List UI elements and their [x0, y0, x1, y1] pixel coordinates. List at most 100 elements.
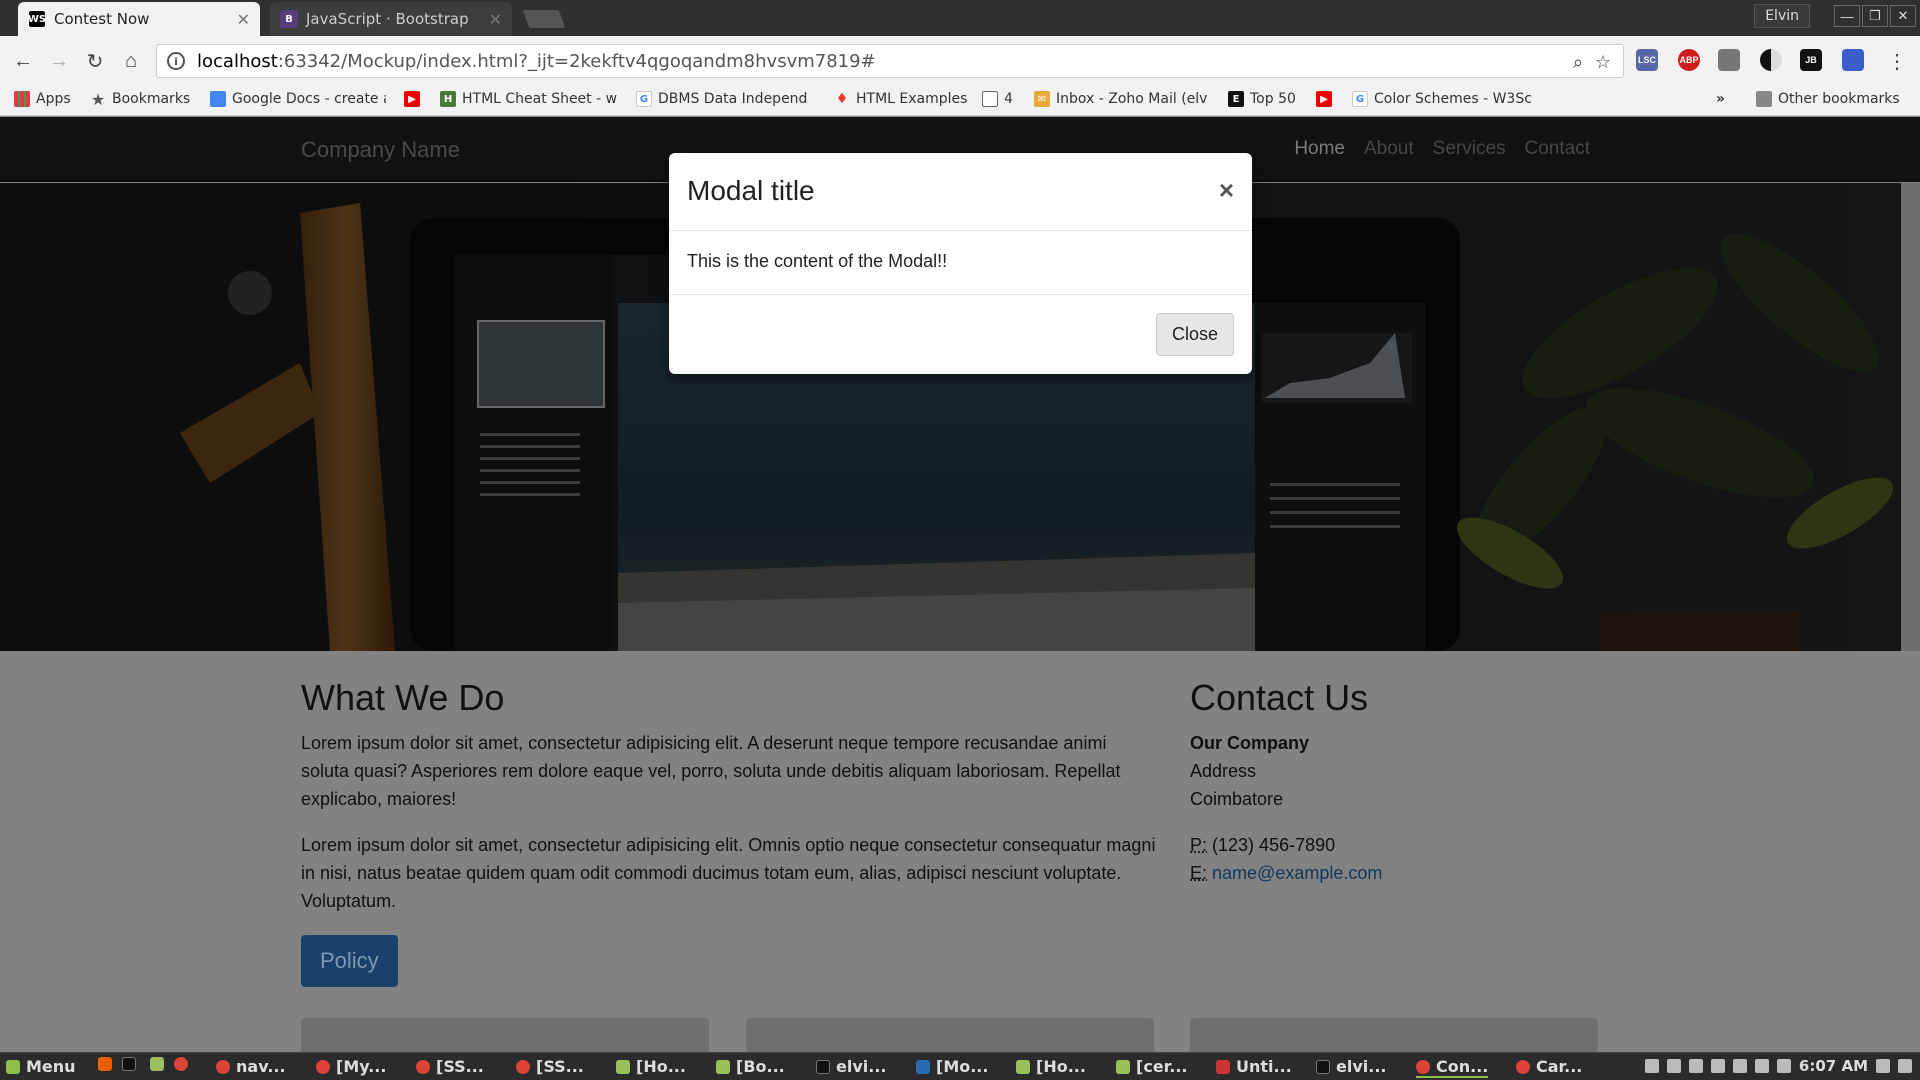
home-icon[interactable]: ⌂ [118, 48, 144, 74]
modal-close-button[interactable]: Close [1155, 313, 1234, 356]
mail-icon: ✉ [1034, 91, 1050, 107]
jetbrains-extension-icon[interactable]: JB [1800, 49, 1822, 71]
bookmark-html-examples[interactable]: ♦ HTML Examples [834, 91, 968, 107]
taskbar-item-11[interactable]: Unti... [1216, 1057, 1292, 1076]
contact-column: Contact Us Our Company Address Coimbator… [1190, 651, 1610, 887]
taskbar-item-2[interactable]: [My... [316, 1057, 386, 1076]
update-icon[interactable] [1666, 1059, 1681, 1073]
battery-icon[interactable] [1732, 1059, 1747, 1073]
bookmark-star-icon[interactable]: ☆ [1595, 52, 1611, 73]
taskbar-item-6[interactable]: [Bo... [716, 1057, 785, 1076]
bookmark-bookmarks[interactable]: ★ Bookmarks [90, 91, 190, 107]
taskbar-item-7[interactable]: elvi... [816, 1057, 886, 1076]
bookmark-html-cheat-sheet[interactable]: H HTML Cheat Sheet - w [440, 91, 618, 107]
start-menu-button[interactable]: Menu [6, 1057, 76, 1076]
volume-icon[interactable] [1710, 1059, 1725, 1073]
info-icon[interactable]: i [167, 52, 185, 70]
clock[interactable]: 6:07 AM [1799, 1057, 1868, 1075]
display-icon[interactable] [1876, 1059, 1890, 1073]
forward-icon[interactable]: → [46, 48, 72, 74]
folder-icon [616, 1059, 630, 1074]
google-icon: G [636, 91, 652, 107]
nav-link-home[interactable]: Home [1294, 138, 1345, 160]
taskbar-item-3[interactable]: [SS... [416, 1057, 484, 1076]
youtube-icon: ▶ [404, 91, 420, 107]
nav-link-services[interactable]: Services [1433, 138, 1506, 160]
taskbar-item-1[interactable]: nav... [216, 1057, 286, 1076]
menu-kebab-icon[interactable]: ⋮ [1884, 48, 1910, 74]
profile-button[interactable]: Elvin [1754, 4, 1810, 28]
email-link[interactable]: name@example.com [1212, 863, 1382, 883]
bookmark-zoho-inbox[interactable]: ✉ Inbox - Zoho Mail (elv [1034, 91, 1212, 107]
what-we-do-paragraph-1: Lorem ipsum dolor sit amet, consectetur … [301, 733, 1121, 809]
bookmark-google-docs[interactable]: Google Docs - create a [210, 91, 386, 107]
close-icon[interactable]: ✕ [489, 10, 502, 29]
translate-extension-icon[interactable] [1842, 49, 1864, 71]
close-window-button[interactable]: ✕ [1890, 5, 1916, 27]
bookmarks-bar: Apps ★ Bookmarks Google Docs - create a ▶… [0, 86, 1920, 116]
shield-icon[interactable] [1754, 1059, 1769, 1073]
bookmark-youtube-2[interactable]: ▶ [1316, 91, 1338, 107]
launcher-firefox[interactable] [98, 1057, 118, 1071]
nav-link-about[interactable]: About [1364, 138, 1414, 160]
modal-header: Modal title × [669, 153, 1252, 231]
zoom-icon[interactable]: ⌕ [1573, 52, 1583, 73]
brand-link[interactable]: Company Name [301, 137, 460, 163]
bookmark-top-50[interactable]: E Top 50 [1228, 91, 1296, 107]
what-we-do-column: What We Do Lorem ipsum dolor sit amet, c… [301, 651, 1156, 987]
page-scrollbar[interactable] [1901, 183, 1920, 651]
webstorm-icon: WS [28, 10, 46, 28]
chrome-icon [416, 1059, 430, 1074]
address-bar[interactable]: i localhost:63342/Mockup/index.html?_ijt… [156, 44, 1624, 78]
fire-icon: ♦ [835, 91, 849, 107]
nav-link-contact[interactable]: Contact [1525, 138, 1590, 160]
extension-icon[interactable] [1718, 49, 1740, 71]
minimize-button[interactable]: — [1834, 5, 1860, 27]
nav-links: Home About Services Contact [1294, 138, 1590, 160]
apps-grid-icon [14, 91, 30, 107]
email-label: E: [1190, 863, 1208, 883]
bookmark-4[interactable]: 4 [982, 91, 1013, 107]
back-icon[interactable]: ← [10, 48, 36, 74]
taskbar-item-13[interactable]: Con... [1416, 1057, 1489, 1078]
taskbar-item-14[interactable]: Car... [1516, 1057, 1582, 1076]
launcher-terminal[interactable] [122, 1057, 142, 1071]
close-icon[interactable]: × [1219, 177, 1234, 203]
wifi-icon[interactable] [1688, 1059, 1703, 1073]
close-icon[interactable]: ✕ [237, 10, 250, 29]
bookmarks-overflow-button[interactable]: » [1716, 91, 1725, 107]
bookmark-youtube-1[interactable]: ▶ [404, 91, 426, 107]
user-icon[interactable] [1644, 1059, 1659, 1073]
contact-address: Our Company Address Coimbatore P: (123) … [1190, 729, 1610, 887]
modal-body: This is the content of the Modal!! [669, 231, 1252, 295]
adblock-extension-icon[interactable]: ABP [1678, 49, 1700, 71]
taskbar-item-9[interactable]: [Ho... [1016, 1057, 1086, 1076]
card-1 [301, 1018, 709, 1052]
taskbar-item-12[interactable]: elvi... [1316, 1057, 1386, 1076]
policy-button[interactable]: Policy [301, 935, 398, 987]
tab-javascript-bootstrap[interactable]: B JavaScript · Bootstrap ✕ [270, 2, 512, 36]
tab-label: JavaScript · Bootstrap [306, 10, 469, 28]
contrast-extension-icon[interactable] [1760, 49, 1782, 71]
reload-icon[interactable]: ↻ [82, 48, 108, 74]
chrome-icon [174, 1057, 188, 1071]
restore-button[interactable]: ❐ [1862, 5, 1888, 27]
bluetooth-icon[interactable] [1776, 1059, 1791, 1073]
chrome-icon [316, 1059, 330, 1074]
bookmark-dbms[interactable]: G DBMS Data Independ [636, 91, 812, 107]
lsc-extension-icon[interactable]: LSC [1636, 49, 1658, 71]
show-desktop-icon[interactable] [1898, 1059, 1912, 1073]
launcher-chrome[interactable] [174, 1057, 194, 1071]
bookmark-apps[interactable]: Apps [14, 91, 71, 107]
taskbar-item-8[interactable]: [Mo... [916, 1057, 988, 1076]
new-tab-button[interactable] [522, 10, 566, 28]
email-row: E: name@example.com [1190, 859, 1610, 887]
taskbar-item-4[interactable]: [SS... [516, 1057, 584, 1076]
taskbar-item-5[interactable]: [Ho... [616, 1057, 686, 1076]
taskbar-item-10[interactable]: [cer... [1116, 1057, 1188, 1076]
tab-contest-now[interactable]: WS Contest Now ✕ [18, 2, 260, 36]
launcher-files[interactable] [150, 1057, 170, 1071]
bookmark-color-schemes[interactable]: G Color Schemes - W3Sc [1352, 91, 1532, 107]
page-icon [982, 91, 998, 107]
other-bookmarks-folder[interactable]: Other bookmarks [1756, 91, 1900, 107]
